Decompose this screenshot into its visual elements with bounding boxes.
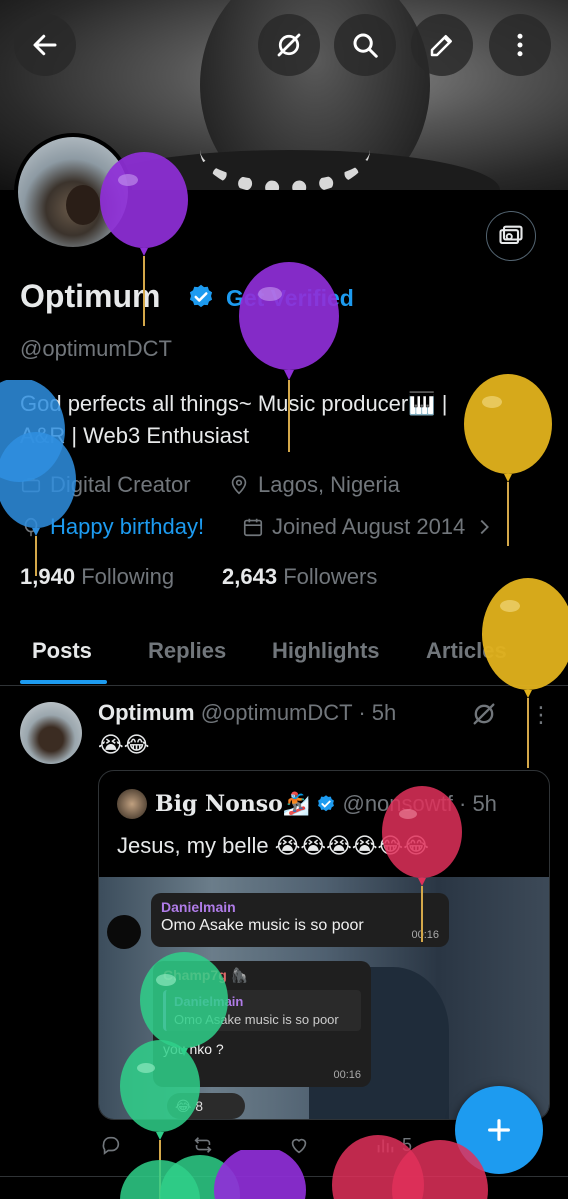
profile-category: Digital Creator — [20, 472, 191, 498]
bio-line-2: A&R | Web3 Enthusiast — [20, 423, 250, 448]
profile-name: Optimum — [20, 278, 161, 314]
quote-time: · 5h — [459, 791, 497, 816]
edit-button[interactable] — [411, 14, 473, 76]
balloon-icon — [24, 517, 38, 537]
next-post-preview[interactable] — [0, 1176, 568, 1199]
reply-text: Omo Asake music is so poor — [174, 1012, 339, 1027]
chat-text-2: you nko ? — [163, 1041, 224, 1057]
verified-badge-icon — [318, 795, 335, 812]
profile-location: Lagos, Nigeria — [228, 472, 400, 498]
views-button[interactable]: 5 — [374, 1134, 412, 1156]
chat-message-1: Danielmain Omo Asake music is so poor 00… — [151, 893, 449, 947]
quote-media-image[interactable]: Danielmain Omo Asake music is so poor 00… — [99, 877, 549, 1119]
profile-birthday[interactable]: Happy birthday! — [20, 514, 204, 540]
reply-button[interactable] — [100, 1134, 122, 1156]
more-vertical-icon — [517, 33, 523, 57]
quote-header: Big Nonso🏂 @nonsowtf · 5h — [155, 791, 497, 817]
search-icon — [353, 33, 378, 58]
calendar-icon — [243, 518, 263, 537]
following-label: Following — [81, 564, 175, 589]
money-icon — [499, 225, 523, 245]
followers-label: Followers — [283, 564, 378, 589]
location-text: Lagos, Nigeria — [258, 472, 400, 497]
post-text: 😭😂 — [98, 732, 150, 757]
profile-joined: Joined August 2014 — [242, 514, 495, 540]
repost-icon — [194, 1137, 212, 1153]
get-verified-link[interactable]: Get Verified — [226, 285, 354, 312]
active-tab-indicator — [20, 680, 107, 684]
tab-posts[interactable]: Posts — [32, 638, 92, 664]
banner-chain — [200, 105, 370, 190]
pencil-icon — [430, 35, 452, 57]
following-link[interactable]: 1,940 Following — [20, 564, 174, 590]
followers-link[interactable]: 2,643 Followers — [222, 564, 377, 590]
chat-message-2: Champ7g 🦍 Danielmain Omo Asake music is … — [153, 961, 371, 1087]
category-text: Digital Creator — [50, 472, 191, 497]
quote-author: Big Nonso🏂 — [155, 791, 311, 817]
chat-sender-1: Danielmain — [161, 899, 236, 915]
verified-badge-icon[interactable] — [187, 283, 215, 311]
bar-chart-icon — [377, 1139, 394, 1153]
quote-avatar — [117, 789, 147, 819]
profile-handle: @optimumDCT — [20, 336, 172, 361]
birthday-link[interactable]: Happy birthday! — [50, 514, 204, 540]
subscriptions-button[interactable] — [486, 211, 536, 261]
reply-icon — [102, 1136, 120, 1155]
grok-icon[interactable] — [470, 700, 498, 728]
repost-button[interactable] — [192, 1134, 214, 1156]
chat-text-1: Omo Asake music is so poor — [161, 917, 364, 934]
post-more-icon[interactable]: ⋮ — [530, 702, 552, 728]
like-button[interactable] — [288, 1134, 310, 1156]
chat-reply-quote: Danielmain Omo Asake music is so poor — [163, 990, 361, 1031]
post-header: Optimum @optimumDCT · 5h — [98, 700, 396, 726]
profile-bio: God perfects all things~ Music producer🎹… — [20, 388, 510, 452]
quoted-post[interactable]: Big Nonso🏂 @nonsowtf · 5h Jesus, my bell… — [98, 770, 550, 1120]
chat-time-2: 00:16 — [333, 1069, 361, 1081]
tab-replies[interactable]: Replies — [148, 638, 226, 664]
chat-avatar — [107, 915, 141, 949]
tab-articles[interactable]: Articles — [426, 638, 507, 664]
chevron-right-icon — [480, 519, 490, 535]
quote-text: Jesus, my belle 😭😭😭😭😂😂 — [117, 833, 429, 858]
grok-button[interactable] — [258, 14, 320, 76]
chat-reaction: 😂 8 — [167, 1093, 245, 1119]
reply-sender: Danielmain — [174, 994, 244, 1009]
joined-text: Joined August 2014 — [272, 514, 466, 539]
post-avatar[interactable] — [20, 702, 82, 764]
plus-icon — [488, 1119, 510, 1141]
grok-icon — [277, 33, 301, 57]
profile-avatar[interactable] — [14, 133, 132, 251]
chat-sender-2: Champ7g 🦍 — [163, 967, 249, 983]
tab-highlights[interactable]: Highlights — [272, 638, 380, 664]
arrow-left-icon — [33, 34, 57, 56]
heart-icon — [291, 1138, 307, 1154]
briefcase-icon — [21, 477, 41, 493]
post-author[interactable]: Optimum — [98, 700, 195, 725]
more-button[interactable] — [489, 14, 551, 76]
location-pin-icon — [231, 475, 247, 495]
compose-button[interactable] — [455, 1086, 543, 1174]
bio-line-1: God perfects all things~ Music producer🎹… — [20, 391, 448, 416]
followers-count: 2,643 — [222, 564, 278, 589]
views-count: 5 — [402, 1134, 413, 1155]
profile-tabs: Posts Replies Highlights Articles — [0, 622, 568, 686]
search-button[interactable] — [334, 14, 396, 76]
following-count: 1,940 — [20, 564, 76, 589]
quote-handle: @nonsowtf — [342, 791, 453, 816]
post-handle: @optimumDCT — [200, 700, 353, 725]
chat-time-1: 00:16 — [411, 929, 439, 941]
back-button[interactable] — [14, 14, 76, 76]
post-time: · 5h — [358, 700, 397, 725]
